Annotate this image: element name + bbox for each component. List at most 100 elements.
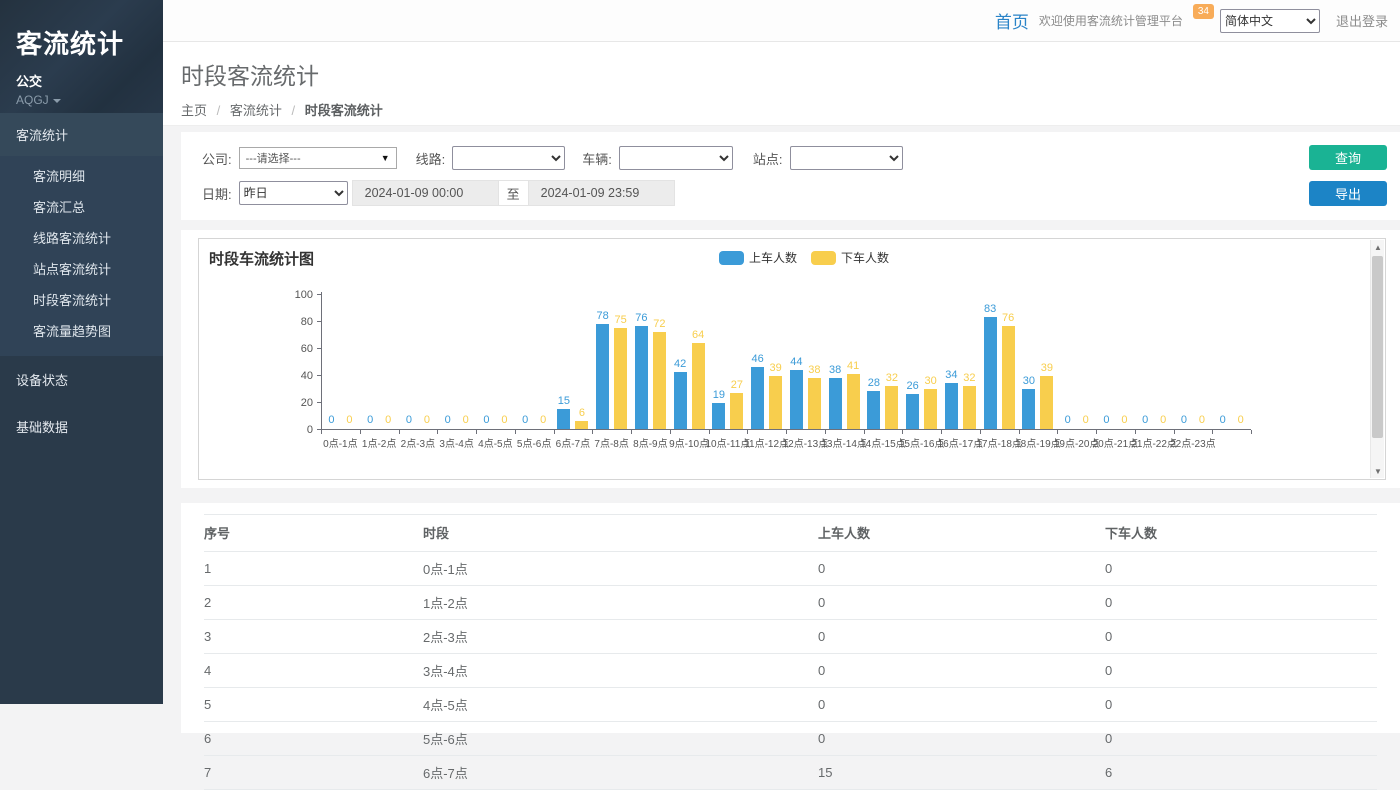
bar-下车人数-8: [653, 332, 666, 429]
bar-value-label: 39: [1027, 362, 1067, 374]
sidebar-subitem-2[interactable]: 线路客流统计: [0, 222, 163, 253]
y-tick-mark: [317, 348, 321, 349]
sidebar-subitem-1[interactable]: 客流汇总: [0, 191, 163, 222]
scrollbar-thumb[interactable]: [1372, 256, 1383, 438]
sidebar-group-passenger-stats: 客流统计 客流明细客流汇总线路客流统计站点客流统计时段客流统计客流量趋势图: [0, 113, 163, 356]
search-button[interactable]: 查询: [1309, 145, 1387, 170]
company-select[interactable]: ---请选择--- ▼: [239, 147, 397, 169]
x-tick-mark: [321, 430, 322, 434]
sidebar-item-other-0[interactable]: 设备状态: [0, 356, 163, 403]
bar-value-label: 64: [678, 329, 718, 341]
y-tick-mark: [317, 321, 321, 322]
bar-上车人数-12: [790, 370, 803, 429]
bar-value-label: 41: [833, 360, 873, 372]
bar-上车人数-7: [596, 324, 609, 429]
breadcrumb-home[interactable]: 主页: [181, 103, 207, 118]
y-tick-mark: [317, 294, 321, 295]
breadcrumb-section[interactable]: 客流统计: [230, 103, 282, 118]
x-tick-mark: [631, 430, 632, 434]
station-label: 站点:: [753, 149, 783, 168]
time-slot-table: 序号时段上车人数下车人数 10点-1点0021点-2点0032点-3点0043点…: [204, 514, 1377, 790]
table-cell: 0: [1105, 654, 1377, 688]
table-cell: 2点-3点: [423, 620, 818, 654]
home-link[interactable]: 首页: [995, 8, 1029, 33]
y-tick-label: 20: [273, 397, 313, 409]
org-code-dropdown[interactable]: AQGJ: [16, 93, 163, 107]
chart-vertical-scrollbar[interactable]: ▲ ▼: [1370, 240, 1384, 478]
x-tick-mark: [941, 430, 942, 434]
export-button[interactable]: 导出: [1309, 181, 1387, 206]
table-cell: 0: [1105, 586, 1377, 620]
date-preset-select[interactable]: 昨日: [239, 181, 348, 205]
content: 公司: ---请选择--- ▼ 线路: 车辆: 站点: 日期: 昨日 2024-…: [163, 126, 1400, 704]
x-tick-mark: [360, 430, 361, 434]
sidebar: 客流统计 公交 AQGJ 客流统计 客流明细客流汇总线路客流统计站点客流统计时段…: [0, 0, 163, 704]
company-label: 公司:: [202, 149, 232, 168]
scrollbar-down-arrow-icon[interactable]: ▼: [1371, 464, 1385, 478]
bar-下车人数-7: [614, 328, 627, 429]
table-cell: 2: [204, 586, 423, 620]
breadcrumb-current: 时段客流统计: [305, 103, 383, 118]
date-from-input[interactable]: 2024-01-09 00:00: [352, 180, 499, 206]
logout-link[interactable]: 退出登录: [1336, 11, 1388, 30]
vehicle-label: 车辆:: [582, 149, 612, 168]
bar-value-label: 15: [544, 395, 584, 407]
legend-item-alighting[interactable]: 下车人数: [811, 249, 889, 266]
y-tick-mark: [317, 402, 321, 403]
table-cell: 6: [204, 722, 423, 756]
legend-item-boarding[interactable]: 上车人数: [719, 249, 797, 266]
x-tick-mark: [437, 430, 438, 434]
x-tick-mark: [825, 430, 826, 434]
app-logo: 客流统计: [16, 24, 163, 61]
station-select[interactable]: [790, 146, 903, 170]
table-row: 32点-3点00: [204, 620, 1377, 654]
sidebar-item-passenger-stats[interactable]: 客流统计: [0, 113, 163, 156]
bar-上车人数-17: [984, 317, 997, 429]
x-tick-mark: [747, 430, 748, 434]
page-title: 时段客流统计: [181, 57, 1400, 91]
scrollbar-up-arrow-icon[interactable]: ▲: [1371, 240, 1385, 254]
bar-下车人数-12: [808, 378, 821, 429]
chart-legend: 上车人数 下车人数: [719, 249, 889, 266]
bar-下车人数-11: [769, 376, 782, 429]
y-tick-mark: [317, 375, 321, 376]
x-tick-mark: [399, 430, 400, 434]
sidebar-subitem-0[interactable]: 客流明细: [0, 160, 163, 191]
y-axis-line: [321, 292, 322, 429]
bar-上车人数-8: [635, 326, 648, 429]
bar-上车人数-15: [906, 394, 919, 429]
x-tick-mark: [1212, 430, 1213, 434]
table-cell: 0: [818, 722, 1105, 756]
vehicle-select[interactable]: [619, 146, 733, 170]
sidebar-item-other-1[interactable]: 基础数据: [0, 403, 163, 450]
bar-上车人数-9: [674, 372, 687, 429]
line-select[interactable]: [452, 146, 565, 170]
table-cell: 0: [818, 586, 1105, 620]
bar-下车人数-9: [692, 343, 705, 429]
legend-swatch-alighting: [811, 251, 836, 265]
date-to-input[interactable]: 2024-01-09 23:59: [528, 180, 675, 206]
x-tick-mark: [515, 430, 516, 434]
language-select[interactable]: 简体中文: [1220, 9, 1320, 33]
table-header-0: 序号: [204, 515, 423, 552]
x-tick-mark: [554, 430, 555, 434]
table-cell: 5点-6点: [423, 722, 818, 756]
sidebar-subitem-3[interactable]: 站点客流统计: [0, 253, 163, 284]
bar-上车人数-16: [945, 383, 958, 429]
notification-badge[interactable]: 34: [1193, 4, 1214, 19]
bar-value-label: 72: [639, 318, 679, 330]
table-cell: 0: [818, 654, 1105, 688]
x-tick-mark: [1096, 430, 1097, 434]
y-tick-label: 100: [273, 289, 313, 301]
table-header-3: 下车人数: [1105, 515, 1377, 552]
table-cell: 6点-7点: [423, 756, 818, 790]
bar-下车人数-16: [963, 386, 976, 429]
sidebar-subitem-5[interactable]: 客流量趋势图: [0, 315, 163, 346]
page-heading: 时段客流统计 主页 / 客流统计 / 时段客流统计: [163, 42, 1400, 126]
x-tick-mark: [1174, 430, 1175, 434]
org-name: 公交: [16, 71, 163, 90]
dropdown-triangle-icon: ▼: [381, 153, 390, 163]
table-row: 65点-6点00: [204, 722, 1377, 756]
bar-上车人数-10: [712, 403, 725, 429]
sidebar-subitem-4[interactable]: 时段客流统计: [0, 284, 163, 315]
